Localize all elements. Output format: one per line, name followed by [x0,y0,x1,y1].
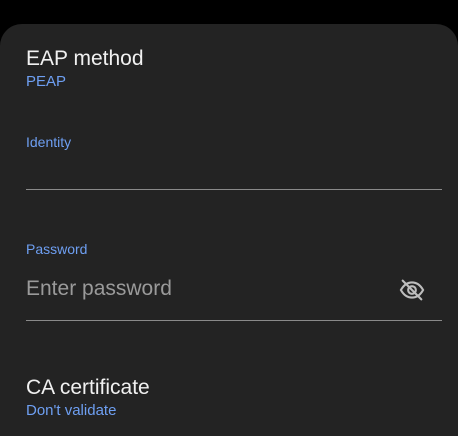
identity-field: Identity [26,133,442,190]
identity-label: Identity [26,134,72,150]
identity-input[interactable] [26,151,442,190]
eap-method-title: EAP method [26,47,144,70]
ca-certificate-value: Don't validate [26,402,117,419]
password-input[interactable] [26,258,442,321]
eye-off-icon[interactable] [396,274,428,306]
ca-certificate-row[interactable]: CA certificate Don't validate [26,375,442,420]
eap-method-value: PEAP [26,73,67,90]
password-field: Password [26,240,442,321]
wifi-advanced-settings-sheet: EAP method PEAP Identity Password CA cer… [0,24,458,436]
password-label: Password [26,241,88,257]
eap-method-row[interactable]: EAP method PEAP [26,46,442,91]
ca-certificate-title: CA certificate [26,376,150,399]
